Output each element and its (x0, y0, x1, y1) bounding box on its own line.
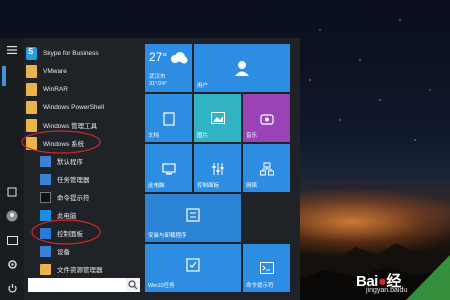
computer-icon (161, 163, 176, 175)
app-label: WinRAR (43, 85, 68, 93)
tile-label: 安装与卸载程序 (148, 233, 187, 239)
tile-music[interactable]: 音乐 (243, 94, 290, 142)
app-item-file-explorer[interactable]: 文件资源管理器 (40, 260, 142, 278)
weather-temperature: 27° (149, 50, 168, 64)
annotation-circle (21, 130, 101, 154)
task-icon (186, 258, 200, 272)
folder-icon (26, 100, 37, 114)
task-manager-icon (40, 173, 51, 185)
folder-icon (26, 64, 37, 78)
tile-pictures[interactable]: 图片 (194, 94, 241, 142)
tile-label: 控制面板 (197, 183, 220, 189)
app-item-powershell[interactable]: Windows PowerShell (26, 98, 142, 116)
hamburger-menu-icon[interactable] (4, 42, 20, 58)
app-item-task-manager[interactable]: 任务管理器 (40, 170, 142, 188)
tile-label: 此电脑 (148, 183, 165, 189)
settings-gear-icon[interactable] (4, 256, 20, 272)
command-prompt-icon (40, 191, 51, 203)
app-item-skype[interactable]: Skype for Business (26, 44, 142, 62)
cmd-icon (259, 262, 274, 274)
search-button[interactable] (126, 278, 140, 292)
weather-tile[interactable]: 27° 武汉市 31°/24° (145, 44, 192, 92)
install-icon (186, 208, 200, 222)
document-icon[interactable] (4, 184, 20, 200)
tile-label: 用户 (197, 83, 209, 89)
tiles-panel: 27° 武汉市 31°/24° 用户 文档 图片 音乐 此电脑 控制面板 网络 … (145, 44, 295, 294)
start-rail (0, 38, 24, 300)
tile-label: 文档 (148, 133, 160, 139)
tile-user[interactable]: 用户 (194, 44, 290, 92)
tile-label: 音乐 (246, 133, 258, 139)
app-label: 默认程序 (57, 159, 83, 166)
app-item-command-prompt[interactable]: 命令提示符 (40, 188, 142, 206)
app-label: 任务管理器 (57, 177, 90, 184)
tile-this-pc[interactable]: 此电脑 (145, 144, 192, 192)
app-label: VMware (43, 67, 67, 75)
annotation-circle (31, 219, 101, 245)
tile-command-prompt[interactable]: 命令提示符 (243, 244, 290, 292)
cloudy-icon (171, 52, 188, 64)
tile-network[interactable]: 网络 (243, 144, 290, 192)
weather-city: 武汉市 (149, 74, 166, 80)
app-label: 文件资源管理器 (57, 267, 103, 274)
sliders-icon (212, 163, 223, 175)
document-icon (162, 112, 175, 126)
network-icon (259, 162, 274, 176)
skype-icon (26, 46, 37, 60)
tile-label: 网络 (246, 183, 258, 189)
picture-icon (210, 112, 225, 124)
app-item-winrar[interactable]: WinRAR (26, 80, 142, 98)
scroll-indicator (2, 66, 6, 86)
app-label: Skype for Business (43, 49, 99, 57)
watermark-url: jingyan.baidu (366, 287, 408, 294)
weather-range: 31°/24° (149, 81, 168, 87)
tile-documents[interactable]: 文档 (145, 94, 192, 142)
pictures-icon[interactable] (4, 232, 20, 248)
start-menu: Skype for Business VMware WinRAR Windows… (0, 38, 300, 300)
app-label: Windows PowerShell (43, 103, 105, 111)
power-icon[interactable] (4, 280, 20, 296)
file-explorer-icon (40, 263, 51, 275)
folder-icon (26, 82, 37, 96)
search-icon (128, 280, 138, 290)
tile-label: 图片 (197, 133, 209, 139)
search-input[interactable] (28, 278, 124, 292)
user-icon (235, 61, 249, 76)
app-list: Skype for Business VMware WinRAR Windows… (21, 44, 142, 278)
tile-install-uninstall[interactable]: 安装与卸载程序 (145, 194, 241, 242)
app-item-vmware[interactable]: VMware (26, 62, 142, 80)
app-label: 设备 (57, 249, 70, 256)
tile-win10-tasks[interactable]: Win10任务 (145, 244, 241, 292)
music-icon (259, 114, 274, 125)
devices-icon (40, 245, 51, 257)
tile-label: 命令提示符 (246, 283, 274, 289)
user-avatar-icon[interactable] (4, 208, 20, 224)
app-label: 命令提示符 (57, 195, 90, 202)
tile-label: Win10任务 (148, 283, 175, 289)
tile-control-panel[interactable]: 控制面板 (194, 144, 241, 192)
search-box[interactable] (28, 278, 140, 292)
default-programs-icon (40, 155, 51, 167)
